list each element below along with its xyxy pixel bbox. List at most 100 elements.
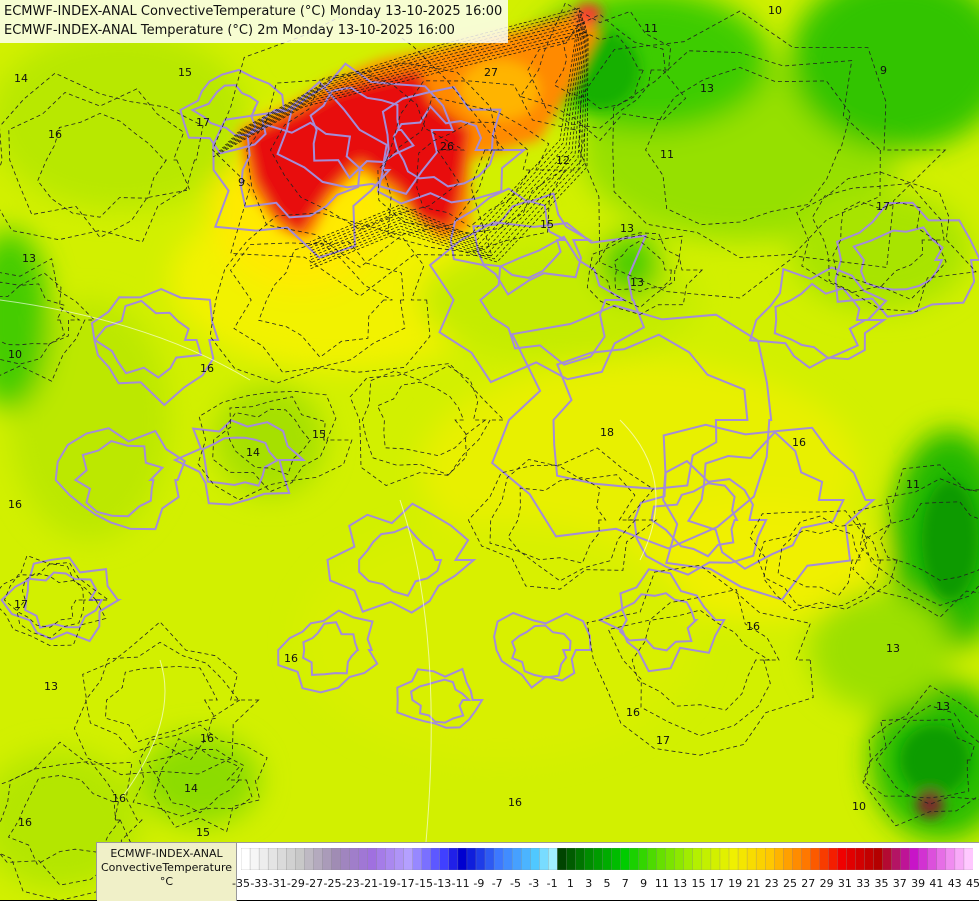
legend-label: 15 bbox=[692, 877, 706, 890]
contour-label: 16 bbox=[746, 620, 760, 633]
contour-label: 16 bbox=[626, 706, 640, 719]
legend-swatch bbox=[910, 848, 919, 870]
legend-label: 17 bbox=[710, 877, 724, 890]
map-canvas: 1514161792726121110119131513131713101615… bbox=[0, 0, 979, 900]
legend-label: -29 bbox=[287, 877, 305, 890]
contour-label: 12 bbox=[556, 154, 570, 167]
legend-swatch bbox=[711, 848, 720, 870]
weather-map[interactable]: 1514161792726121110119131513131713101615… bbox=[0, 0, 979, 900]
contour-label: 17 bbox=[656, 734, 670, 747]
legend-swatch bbox=[892, 848, 901, 870]
contour-label: 13 bbox=[936, 700, 950, 713]
contour-label: 17 bbox=[196, 116, 210, 129]
legend-swatch bbox=[765, 848, 774, 870]
legend-label: -33 bbox=[250, 877, 268, 890]
legend-swatch bbox=[693, 848, 702, 870]
legend-label: -11 bbox=[452, 877, 470, 890]
legend-color-bar bbox=[241, 848, 973, 870]
legend-swatch bbox=[331, 848, 340, 870]
legend-swatch bbox=[593, 848, 602, 870]
legend-swatch bbox=[837, 848, 846, 870]
legend-swatch bbox=[883, 848, 892, 870]
legend-swatch bbox=[503, 848, 512, 870]
cool-zone bbox=[0, 30, 250, 210]
legend-swatch bbox=[521, 848, 530, 870]
legend-swatch bbox=[386, 848, 395, 870]
legend-swatch bbox=[340, 848, 349, 870]
legend-title-line-1: ECMWF-INDEX-ANAL bbox=[97, 847, 236, 861]
legend-label: -21 bbox=[360, 877, 378, 890]
legend-swatch bbox=[557, 848, 566, 870]
legend-label: 11 bbox=[655, 877, 669, 890]
legend-swatch bbox=[666, 848, 675, 870]
legend-swatch bbox=[485, 848, 494, 870]
legend-label: 5 bbox=[604, 877, 611, 890]
contour-label: 16 bbox=[112, 792, 126, 805]
legend-swatch bbox=[458, 848, 467, 870]
legend-label: 21 bbox=[746, 877, 760, 890]
legend-label: 39 bbox=[911, 877, 925, 890]
legend-label: -5 bbox=[510, 877, 521, 890]
legend-label: 23 bbox=[765, 877, 779, 890]
legend-swatch bbox=[856, 848, 865, 870]
contour-label: 16 bbox=[508, 796, 522, 809]
legend-label: -31 bbox=[269, 877, 287, 890]
legend-swatch bbox=[702, 848, 711, 870]
legend-title: ECMWF-INDEX-ANAL ConvectiveTemperature °… bbox=[97, 843, 237, 901]
legend-label: -15 bbox=[415, 877, 433, 890]
legend-label: 41 bbox=[929, 877, 943, 890]
legend-swatch bbox=[783, 848, 792, 870]
legend-label: 35 bbox=[875, 877, 889, 890]
legend-label: -25 bbox=[324, 877, 342, 890]
legend-swatch bbox=[928, 848, 937, 870]
contour-label: 16 bbox=[200, 362, 214, 375]
legend-label: 13 bbox=[673, 877, 687, 890]
legend-label: -7 bbox=[492, 877, 503, 890]
legend-swatch bbox=[612, 848, 621, 870]
legend-swatch bbox=[729, 848, 738, 870]
legend-label: 43 bbox=[948, 877, 962, 890]
legend-swatch bbox=[648, 848, 657, 870]
contour-label: 11 bbox=[906, 478, 920, 491]
contour-label: 15 bbox=[540, 218, 554, 231]
legend-swatch bbox=[575, 848, 584, 870]
legend-swatch bbox=[630, 848, 639, 870]
legend-swatch bbox=[774, 848, 783, 870]
legend-label: -27 bbox=[305, 877, 323, 890]
contour-label: 14 bbox=[184, 782, 198, 795]
legend-label: 27 bbox=[801, 877, 815, 890]
legend-swatch bbox=[621, 848, 630, 870]
legend-swatch bbox=[828, 848, 837, 870]
contour-label: 16 bbox=[200, 732, 214, 745]
legend-label: -35 bbox=[232, 877, 250, 890]
legend-label: 25 bbox=[783, 877, 797, 890]
contour-label: 13 bbox=[620, 222, 634, 235]
legend-swatch bbox=[404, 848, 413, 870]
legend-label: -17 bbox=[397, 877, 415, 890]
contour-label: 13 bbox=[44, 680, 58, 693]
legend-swatch bbox=[431, 848, 440, 870]
legend-swatch bbox=[720, 848, 729, 870]
contour-label: 16 bbox=[18, 816, 32, 829]
contour-label: 15 bbox=[196, 826, 210, 839]
legend-swatch bbox=[846, 848, 855, 870]
color-legend: ECMWF-INDEX-ANAL ConvectiveTemperature °… bbox=[96, 842, 979, 900]
contour-label: 11 bbox=[660, 148, 674, 161]
legend-swatch bbox=[358, 848, 367, 870]
legend-swatch bbox=[395, 848, 404, 870]
legend-swatch bbox=[241, 848, 250, 870]
legend-swatch bbox=[422, 848, 431, 870]
contour-label: 17 bbox=[14, 598, 28, 611]
legend-label: 3 bbox=[585, 877, 592, 890]
legend-label: -3 bbox=[528, 877, 539, 890]
contour-label: 18 bbox=[600, 426, 614, 439]
contour-label: 9 bbox=[238, 176, 245, 189]
legend-swatch bbox=[819, 848, 828, 870]
contour-label: 16 bbox=[792, 436, 806, 449]
legend-swatch bbox=[566, 848, 575, 870]
legend-swatch bbox=[304, 848, 313, 870]
legend-swatch bbox=[440, 848, 449, 870]
legend-label: 7 bbox=[622, 877, 629, 890]
legend-swatch bbox=[675, 848, 684, 870]
contour-label: 9 bbox=[880, 64, 887, 77]
